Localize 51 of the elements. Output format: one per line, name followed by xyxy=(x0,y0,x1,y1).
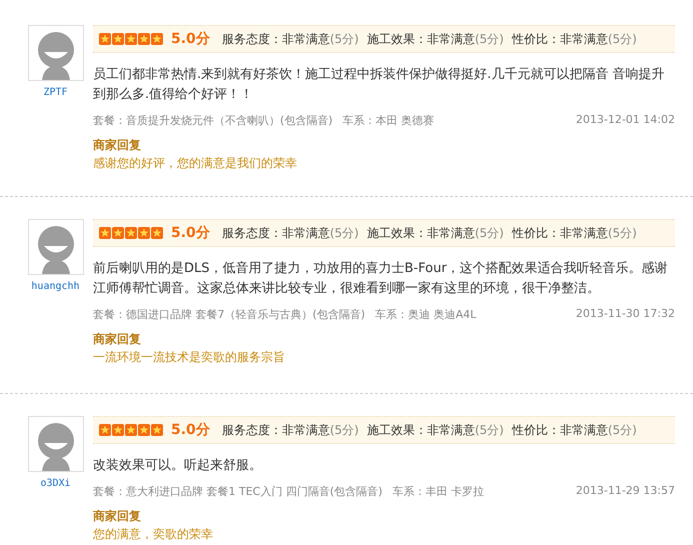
package-text: 套餐：德国进口品牌 套餐7（轻音乐与古典）(包含隔音) xyxy=(93,307,366,322)
rating-text: 施工效果：非常满意(5分) xyxy=(366,30,504,48)
reply-title: 商家回复 xyxy=(93,137,142,154)
reply-text: 您的满意，奕歌的荣幸 xyxy=(93,526,214,543)
rating-text: 服务态度：非常满意(5分) xyxy=(222,422,359,438)
rating-text: 性价比：非常满意(5分) xyxy=(512,224,637,242)
reply-title: 商家回复 xyxy=(93,508,142,525)
date-text: 2013-12-01 14:02 xyxy=(576,113,675,128)
avatar-icon xyxy=(28,219,84,275)
username-link[interactable]: o3DXi xyxy=(40,478,71,489)
score-text: 5.0分 xyxy=(171,224,210,242)
star-icon xyxy=(99,227,111,239)
star-icon xyxy=(138,33,150,45)
car-text: 车系：丰田 卡罗拉 xyxy=(392,484,484,499)
car-text: 车系：奥迪 奥迪A4L xyxy=(375,307,476,322)
rating-text: 服务态度：非常满意(5分) xyxy=(222,224,359,242)
review-text: 员工们都非常热情.来到就有好茶饮！施工过程中拆装件保护做得挺好.几千元就可以把隔音 音响提升到那么多.值得给个好评！！ xyxy=(93,66,666,104)
star-icon xyxy=(138,227,150,239)
package-text: 套餐：音质提升发烧元件（不含喇叭）(包含隔音) xyxy=(93,113,333,128)
rating-text: 性价比：非常满意(5分) xyxy=(512,30,637,48)
rating-text: 性价比：非常满意(5分) xyxy=(512,422,637,438)
star-icon xyxy=(112,424,124,436)
star-icon xyxy=(112,227,124,239)
reply-title: 商家回复 xyxy=(93,331,142,348)
review-text: 前后喇叭用的是DLS，低音用了捷力，功放用的喜力士B-Four，这个搭配效果适合我听轻音乐。感谢江师傅帮忙调音。这家总体来讲比较专业，很难看到哪一家有这里的环境，很干净整洁。 xyxy=(93,260,669,298)
star-icon xyxy=(112,33,124,45)
rating-text: 施工效果：非常满意(5分) xyxy=(366,422,504,438)
review-text: 改装效果可以。听起来舒服。 xyxy=(93,457,263,475)
rating-text: 施工效果：非常满意(5分) xyxy=(366,224,504,242)
avatar-icon xyxy=(28,416,84,472)
star-icon xyxy=(151,227,163,239)
avatar-icon xyxy=(28,25,84,81)
star-icon xyxy=(151,33,163,45)
star-icon xyxy=(151,424,163,436)
star-icon xyxy=(99,33,111,45)
score-text: 5.0分 xyxy=(171,421,210,439)
star-icon xyxy=(99,424,111,436)
score-text: 5.0分 xyxy=(171,30,210,48)
car-text: 车系：本田 奥德赛 xyxy=(342,113,434,128)
star-icon xyxy=(125,227,137,239)
rating-text: 服务态度：非常满意(5分) xyxy=(222,30,359,48)
reply-text: 感谢您的好评，您的满意是我们的荣幸 xyxy=(93,155,298,172)
star-icon xyxy=(125,424,137,436)
date-text: 2013-11-30 17:32 xyxy=(576,307,675,322)
username-link[interactable]: huangchh xyxy=(31,281,80,292)
star-icon xyxy=(138,424,150,436)
package-text: 套餐：意大利进口品牌 套餐1 TEC入门 四门隔音(包含隔音) xyxy=(93,484,382,499)
date-text: 2013-11-29 13:57 xyxy=(576,484,675,499)
star-icon xyxy=(125,33,137,45)
reply-text: 一流环境一流技术是奕歌的服务宗旨 xyxy=(93,349,286,366)
username-link[interactable]: ZPTF xyxy=(43,87,68,98)
